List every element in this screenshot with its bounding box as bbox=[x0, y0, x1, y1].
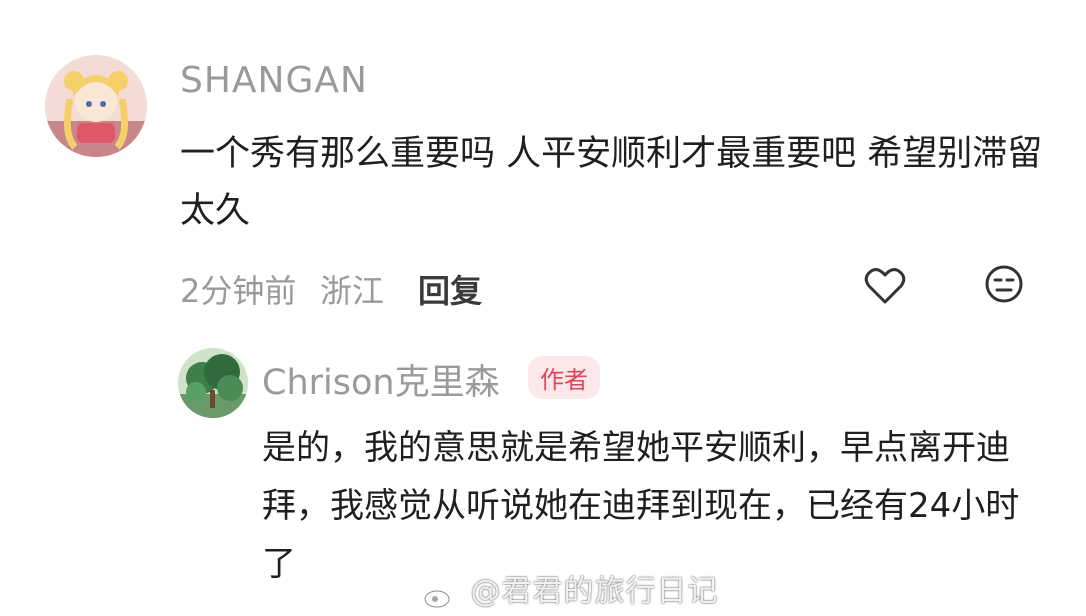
reply-avatar-image bbox=[178, 348, 248, 418]
reply-button[interactable]: 回复 bbox=[418, 266, 482, 312]
avatar[interactable] bbox=[45, 55, 147, 157]
reply-avatar[interactable] bbox=[178, 348, 248, 418]
comment-text: 一个秀有那么重要吗 人平安顺利才最重要吧 希望别滞留太久 bbox=[180, 134, 1043, 231]
watermark-text: @君君的旅行日记 bbox=[470, 574, 719, 609]
weibo-logo-icon bbox=[424, 581, 454, 607]
reply-username[interactable]: Chrison克里森 bbox=[262, 354, 500, 405]
watermark: @君君的旅行日记 bbox=[424, 566, 719, 610]
comment-username[interactable]: SHANGAN bbox=[180, 60, 368, 101]
neutral-face-icon[interactable] bbox=[984, 264, 1024, 304]
comment-time: 2分钟前 bbox=[180, 272, 297, 310]
heart-icon[interactable] bbox=[864, 266, 906, 306]
avatar-image bbox=[45, 55, 147, 157]
comment-location: 浙江 bbox=[320, 272, 385, 310]
author-badge: 作者 bbox=[528, 356, 600, 399]
